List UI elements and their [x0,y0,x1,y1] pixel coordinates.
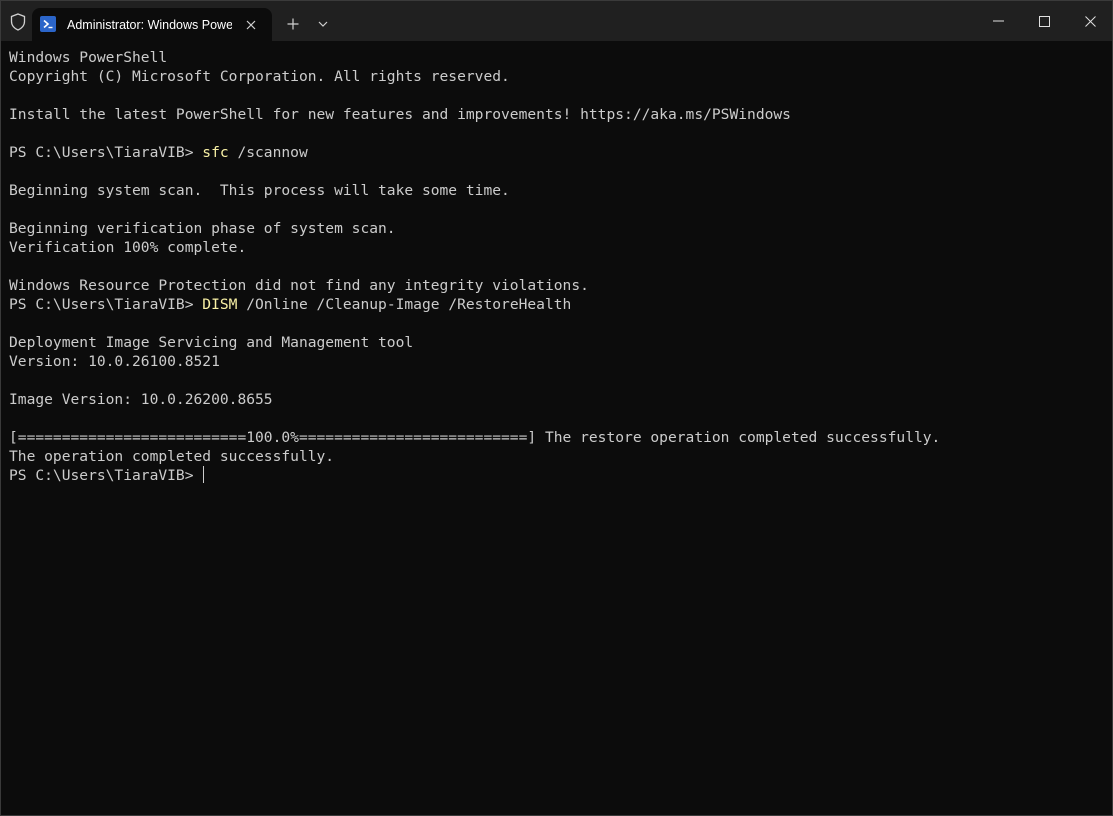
output-text: The operation completed successfully. [9,448,335,465]
terminal-line: Install the latest PowerShell for new fe… [9,105,1104,124]
terminal-line: Copyright (C) Microsoft Corporation. All… [9,67,1104,86]
prompt: PS C:\Users\TiaraVIB> [9,467,203,484]
tab-dropdown-button[interactable] [312,13,334,35]
terminal-line: Windows PowerShell [9,48,1104,67]
terminal-window: Administrator: Windows PowerShell [0,0,1113,816]
output-text: Beginning system scan. This process will… [9,182,510,199]
output-text: Beginning verification phase of system s… [9,220,396,237]
title-bar[interactable]: Administrator: Windows PowerShell [1,1,1112,41]
output-text: Image Version: 10.0.26200.8655 [9,391,273,408]
terminal-output[interactable]: Windows PowerShell Copyright (C) Microsof… [9,48,1104,808]
command-args: /Online /Cleanup-Image /RestoreHealth [237,296,572,313]
terminal-line: Image Version: 10.0.26200.8655 [9,390,1104,409]
maximize-icon [1038,15,1050,27]
chevron-down-icon [318,21,328,27]
terminal-line: Windows Resource Protection did not find… [9,276,1104,295]
minimize-icon [992,20,1004,22]
minimize-button[interactable] [975,1,1021,41]
terminal-line: PS C:\Users\TiaraVIB> DISM /Online /Clea… [9,295,1104,314]
tab-powershell[interactable]: Administrator: Windows PowerShell [32,8,272,41]
terminal-line: Beginning system scan. This process will… [9,181,1104,200]
plus-icon [287,18,299,30]
maximize-button[interactable] [1021,1,1067,41]
terminal-line: [==========================100.0%=======… [9,428,1104,447]
command-args: /scannow [228,144,308,161]
command-name: sfc [202,144,229,161]
terminal-line: Beginning verification phase of system s… [9,219,1104,238]
output-text: Copyright (C) Microsoft Corporation. All… [9,68,510,85]
new-tab-button[interactable] [282,13,304,35]
output-text: Version: 10.0.26100.8521 [9,353,220,370]
terminal-line: Deployment Image Servicing and Managemen… [9,333,1104,352]
output-text: Windows PowerShell [9,49,168,66]
output-text: Verification 100% complete. [9,239,247,256]
output-text: Windows Resource Protection did not find… [9,277,589,294]
terminal-line: PS C:\Users\TiaraVIB> [9,466,1104,485]
terminal-line: Verification 100% complete. [9,238,1104,257]
terminal-line: Version: 10.0.26100.8521 [9,352,1104,371]
tab-close-button[interactable] [240,14,262,36]
text-cursor [203,466,205,483]
output-text: Install the latest PowerShell for new fe… [9,106,791,123]
terminal-line: The operation completed successfully. [9,447,1104,466]
terminal-line: PS C:\Users\TiaraVIB> sfc /scannow [9,143,1104,162]
prompt: PS C:\Users\TiaraVIB> [9,296,203,313]
close-icon [246,20,256,30]
command-name: DISM [202,296,238,313]
output-text: [==========================100.0%=======… [9,429,941,446]
output-text: Deployment Image Servicing and Managemen… [9,334,414,351]
shield-icon [7,11,29,33]
close-button[interactable] [1067,1,1112,41]
prompt: PS C:\Users\TiaraVIB> [9,144,203,161]
close-icon [1084,15,1096,27]
powershell-icon [40,16,56,32]
tab-title: Administrator: Windows PowerShell [67,18,232,32]
